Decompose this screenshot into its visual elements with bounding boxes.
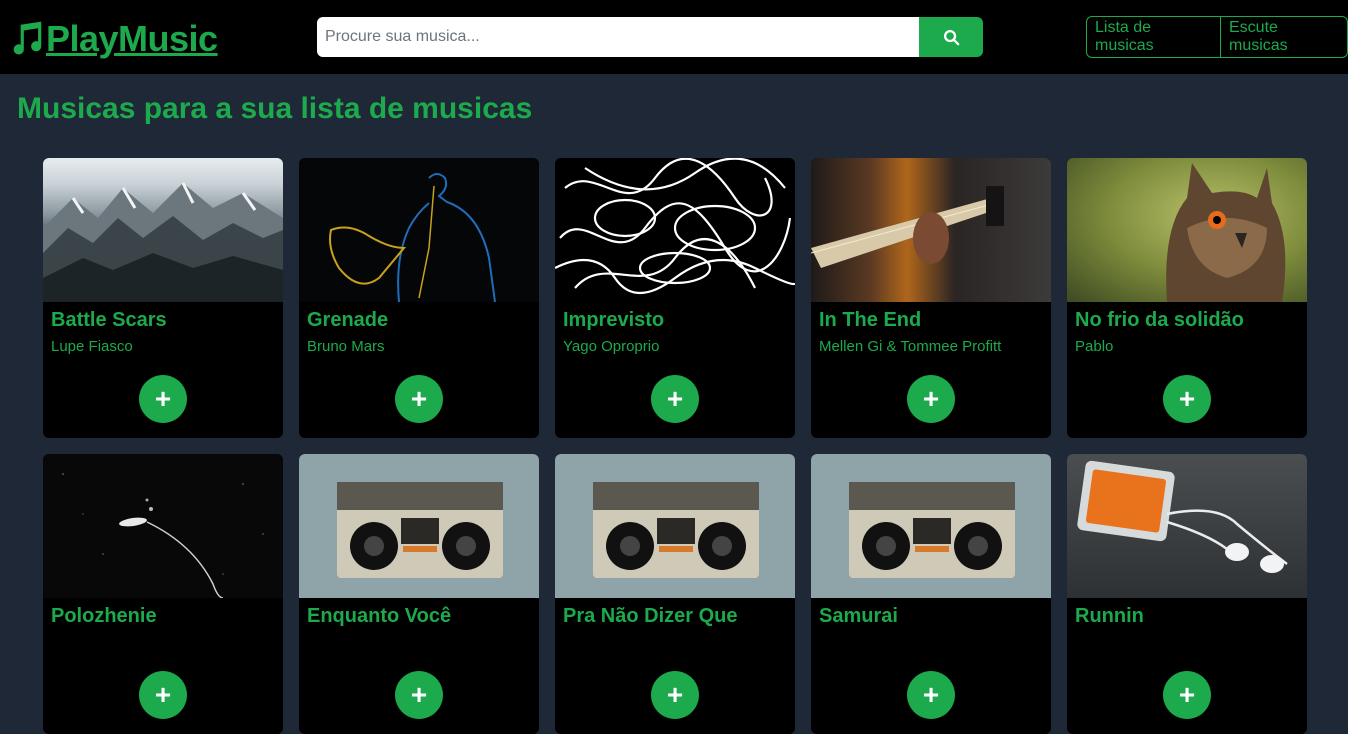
brand-logo[interactable]: PlayMusic: [8, 18, 218, 60]
search-icon: [943, 29, 959, 45]
song-card: Enquanto Você +: [299, 454, 539, 734]
album-cover: [43, 454, 283, 598]
album-cover: [1067, 454, 1307, 598]
album-cover: [811, 158, 1051, 302]
nav-links: Lista de musicas Escute musicas: [1086, 16, 1348, 58]
song-title: Enquanto Você: [307, 605, 452, 627]
album-cover: [43, 158, 283, 302]
song-grid: Battle Scars Lupe Fiasco + Grenade Bruno…: [43, 158, 1307, 734]
search-bar: [317, 17, 983, 57]
song-title: Runnin: [1075, 605, 1144, 627]
song-card: Pra Não Dizer Que +: [555, 454, 795, 734]
add-to-playlist-button[interactable]: +: [139, 671, 187, 719]
album-cover: [555, 454, 795, 598]
song-artist: Pablo: [1075, 338, 1114, 355]
add-to-playlist-button[interactable]: +: [1163, 671, 1211, 719]
music-note-icon: [13, 21, 42, 55]
song-title: Pra Não Dizer Que: [563, 605, 738, 627]
song-card: In The End Mellen Gi & Tommee Profitt +: [811, 158, 1051, 438]
album-cover: [1067, 158, 1307, 302]
song-card: Battle Scars Lupe Fiasco +: [43, 158, 283, 438]
listen-link[interactable]: Escute musicas: [1221, 16, 1348, 58]
album-cover: [299, 454, 539, 598]
add-to-playlist-button[interactable]: +: [907, 671, 955, 719]
song-artist: Yago Oproprio: [563, 338, 660, 355]
album-cover: [299, 158, 539, 302]
song-title: In The End: [819, 309, 922, 331]
search-button[interactable]: [919, 17, 983, 57]
song-title: Grenade: [307, 309, 389, 331]
song-title: Battle Scars: [51, 309, 167, 331]
song-card: Grenade Bruno Mars +: [299, 158, 539, 438]
search-input[interactable]: [317, 17, 919, 57]
song-title: Polozhenie: [51, 605, 157, 627]
song-card: Runnin +: [1067, 454, 1307, 734]
section-title: Musicas para a sua lista de musicas: [17, 92, 533, 125]
song-card: Imprevisto Yago Oproprio +: [555, 158, 795, 438]
song-card: Samurai +: [811, 454, 1051, 734]
add-to-playlist-button[interactable]: +: [651, 671, 699, 719]
playlist-link[interactable]: Lista de musicas: [1086, 16, 1221, 58]
add-to-playlist-button[interactable]: +: [651, 375, 699, 423]
navbar: PlayMusic Lista de musicas Escute musica…: [0, 0, 1348, 74]
add-to-playlist-button[interactable]: +: [907, 375, 955, 423]
add-to-playlist-button[interactable]: +: [139, 375, 187, 423]
song-title: No frio da solidão: [1075, 309, 1244, 331]
song-artist: Bruno Mars: [307, 338, 385, 355]
song-title: Imprevisto: [563, 309, 665, 331]
song-artist: Lupe Fiasco: [51, 338, 133, 355]
album-cover: [811, 454, 1051, 598]
song-card: No frio da solidão Pablo +: [1067, 158, 1307, 438]
add-to-playlist-button[interactable]: +: [395, 375, 443, 423]
album-cover: [555, 158, 795, 302]
brand-name: PlayMusic: [46, 18, 218, 59]
add-to-playlist-button[interactable]: +: [395, 671, 443, 719]
song-card: Polozhenie +: [43, 454, 283, 734]
song-title: Samurai: [819, 605, 898, 627]
song-artist: Mellen Gi & Tommee Profitt: [819, 338, 1002, 355]
add-to-playlist-button[interactable]: +: [1163, 375, 1211, 423]
